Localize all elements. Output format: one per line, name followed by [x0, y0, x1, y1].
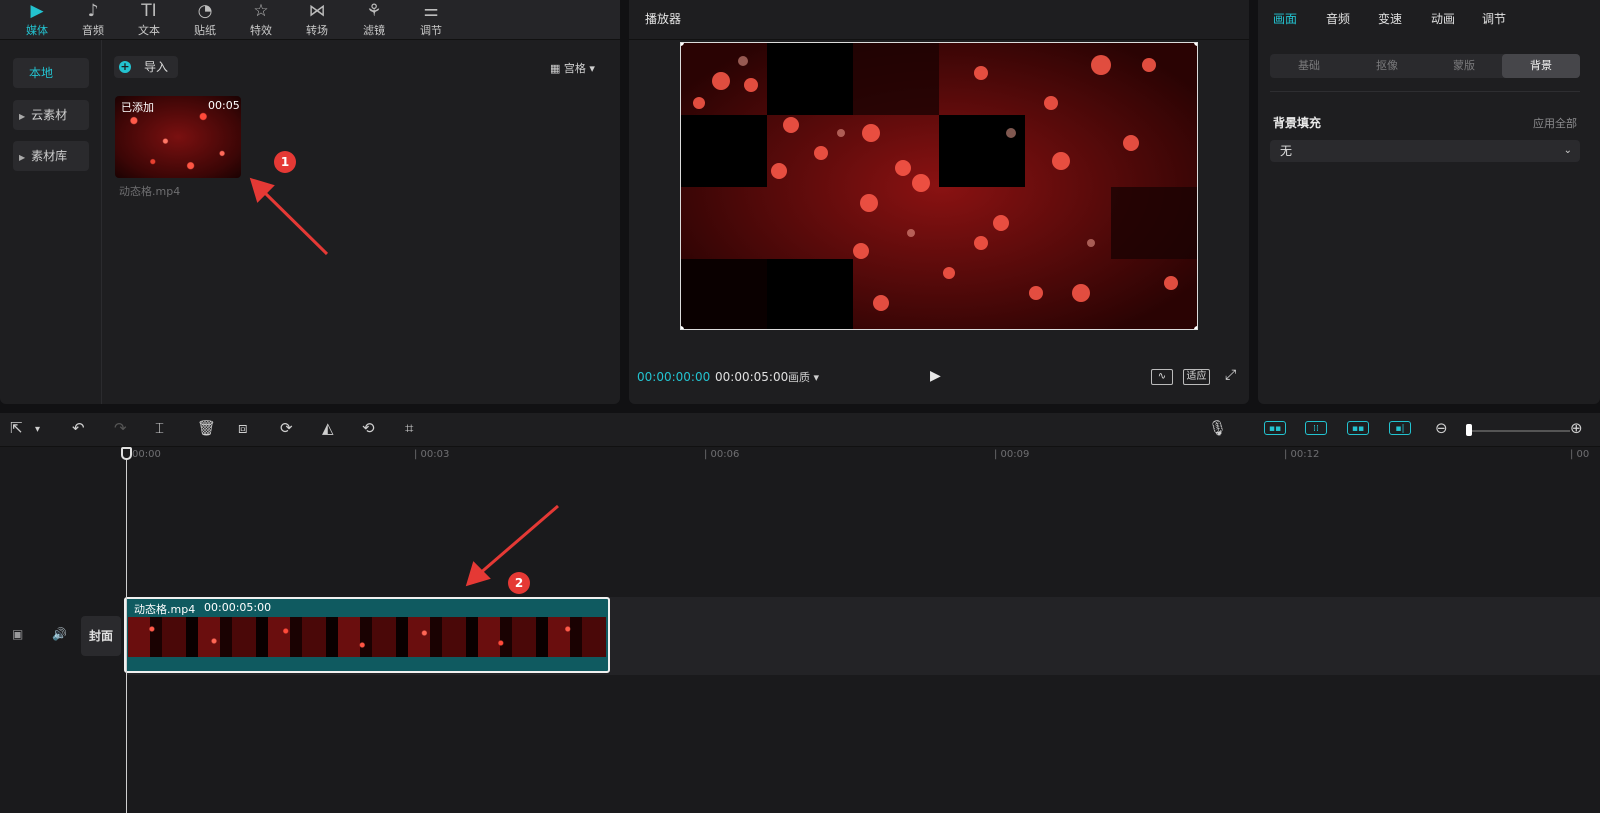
annotation-badge-1: 1 [274, 151, 296, 173]
annotation-badge-2: 2 [508, 572, 530, 594]
annotation-arrow-1 [260, 188, 329, 256]
annotation-layer [249, 177, 559, 587]
annotation-arrow-2 [477, 504, 559, 577]
